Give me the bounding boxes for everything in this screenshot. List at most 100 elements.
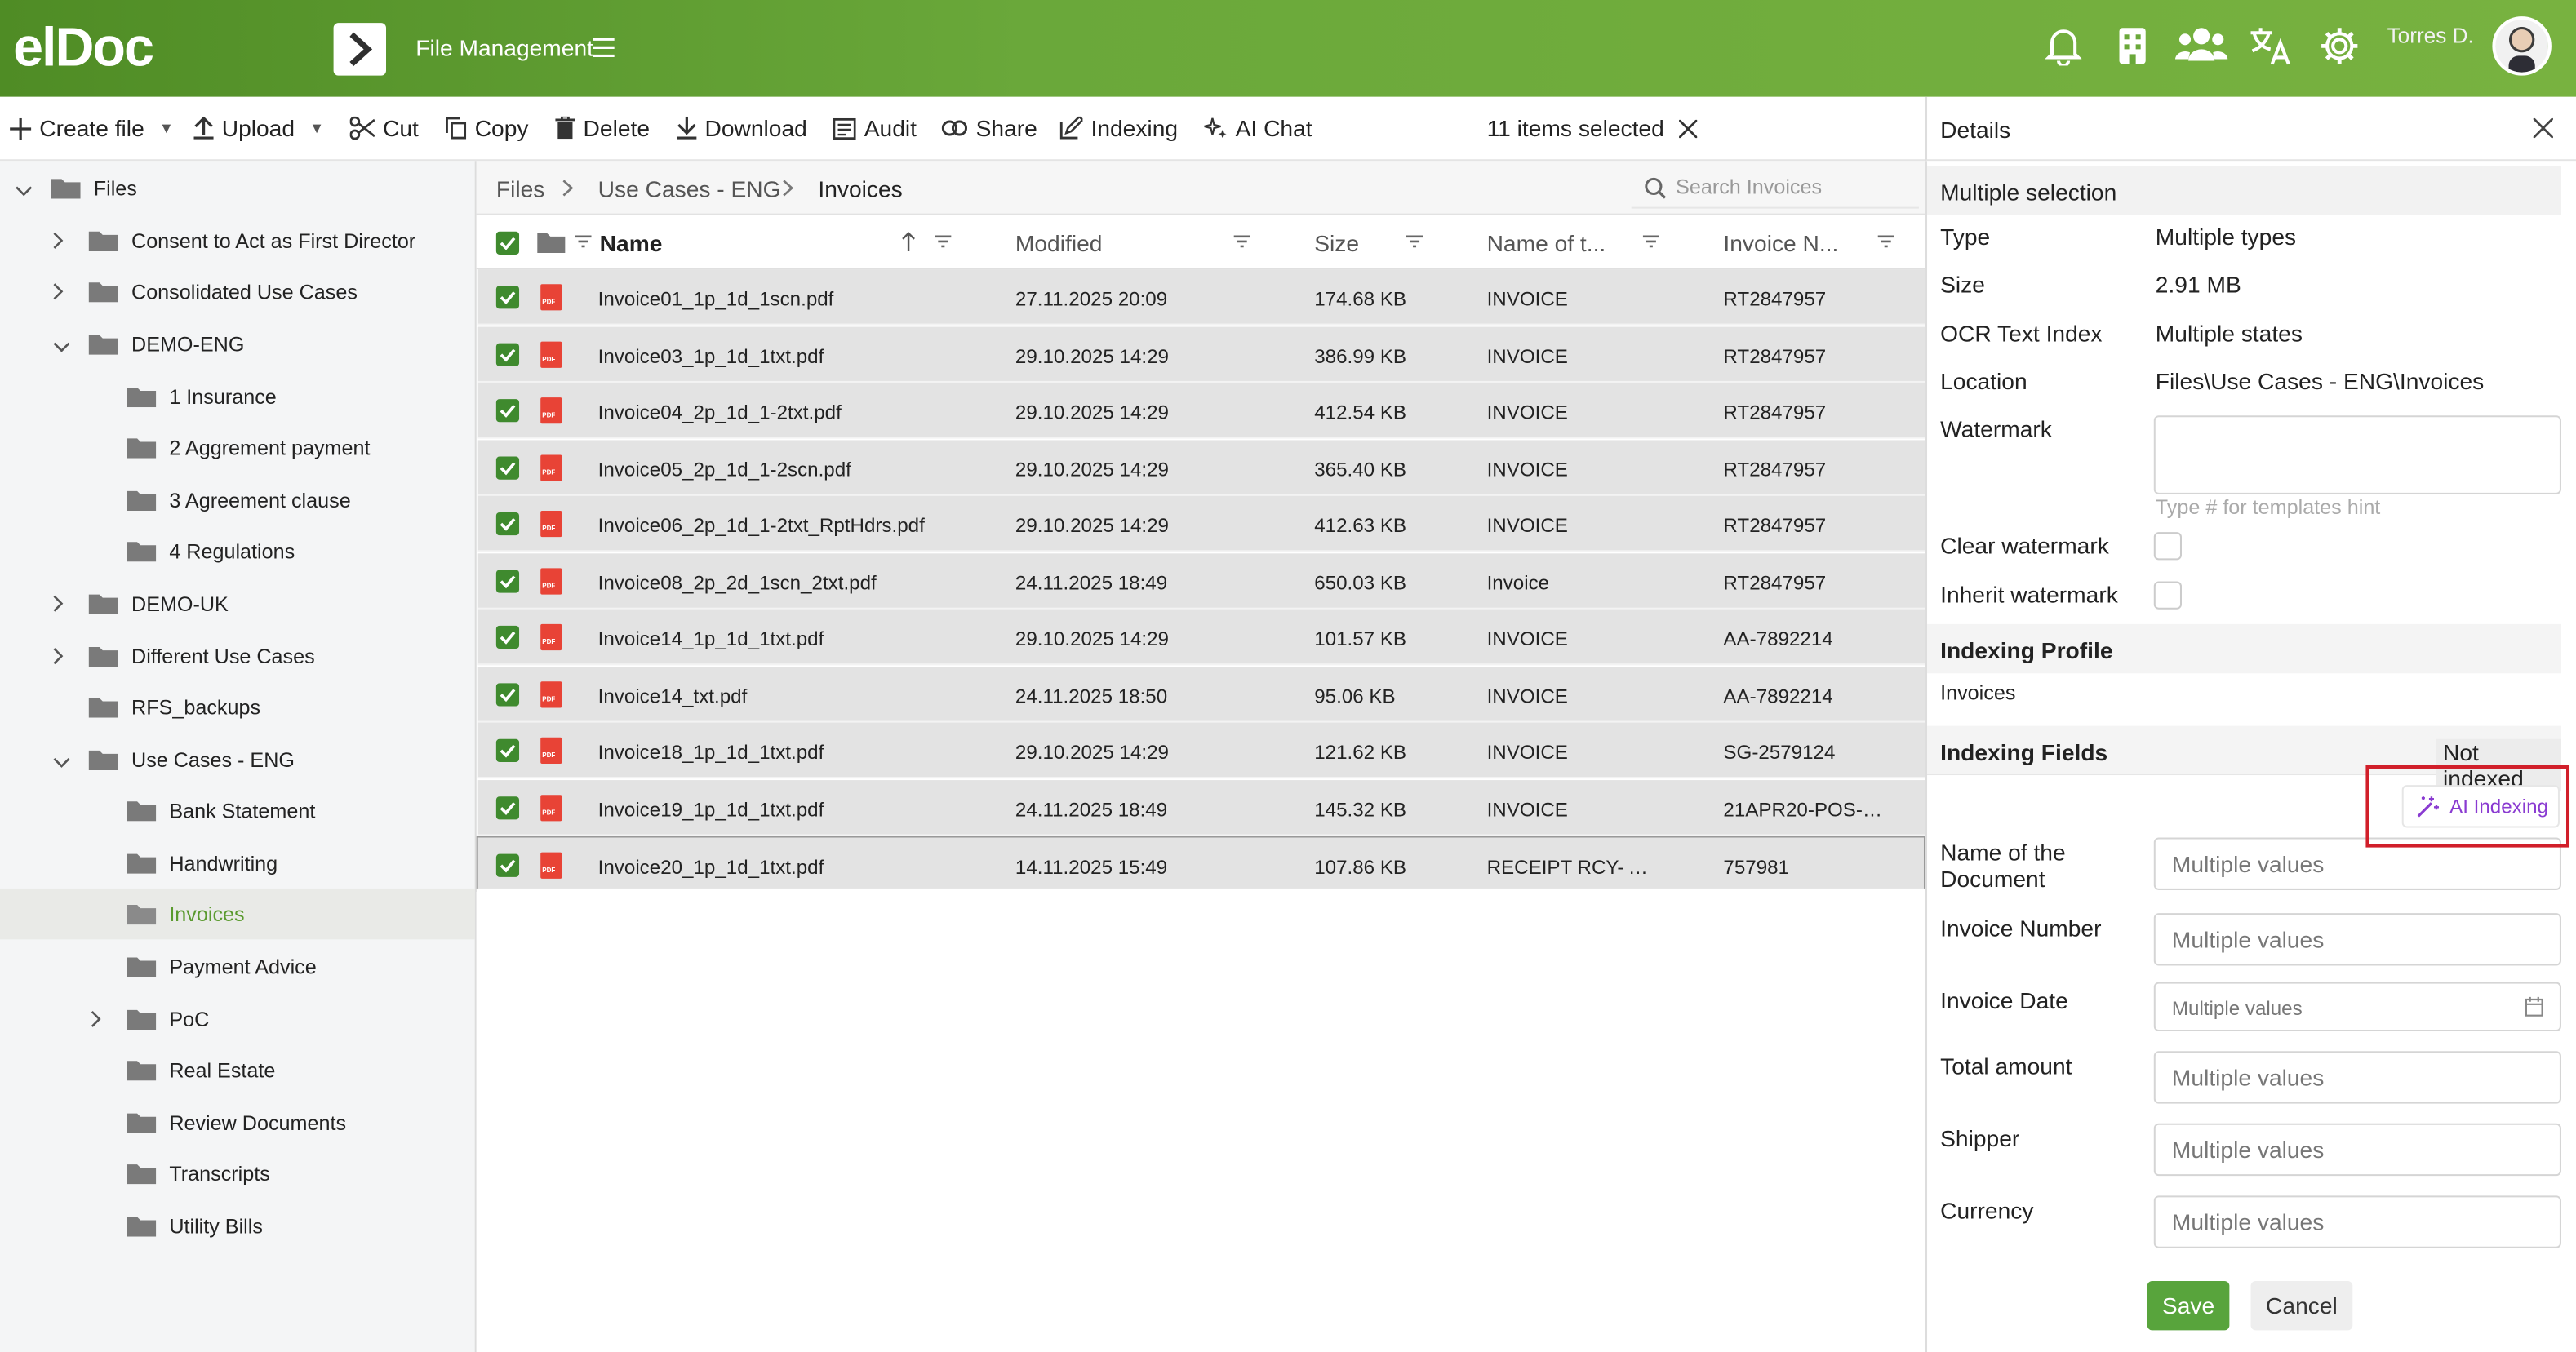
create-file-button[interactable]: Create file ▼: [10, 115, 174, 141]
file-name[interactable]: Invoice01_1p_1d_1scn.pdf: [598, 287, 984, 310]
tree-item[interactable]: RFS_backups: [0, 681, 475, 732]
table-row[interactable]: Invoice08_2p_2d_1scn_2txt.pdf 24.11.2025 …: [477, 552, 1926, 609]
save-button[interactable]: Save: [2147, 1280, 2230, 1331]
building-icon[interactable]: [2117, 26, 2147, 65]
filter-icon[interactable]: [935, 235, 952, 248]
breadcrumb-use-cases[interactable]: Use Cases - ENG: [598, 175, 781, 202]
filter-icon[interactable]: [1877, 235, 1894, 248]
row-checkbox[interactable]: [495, 512, 520, 536]
table-row[interactable]: Invoice01_1p_1d_1scn.pdf 27.11.2025 20:09…: [477, 269, 1926, 326]
tree-item[interactable]: Review Documents: [0, 1097, 475, 1148]
table-row[interactable]: Invoice20_1p_1d_1txt.pdf 14.11.2025 15:49…: [476, 836, 1926, 892]
audit-button[interactable]: Audit: [833, 115, 917, 141]
row-checkbox[interactable]: [495, 682, 520, 706]
tree-item[interactable]: Bank Statement: [0, 785, 475, 836]
bell-icon[interactable]: [2045, 26, 2082, 66]
tree-item[interactable]: PoC: [0, 994, 475, 1044]
filter-icon[interactable]: [1406, 235, 1423, 248]
file-name[interactable]: Invoice04_2p_1d_1-2txt.pdf: [598, 401, 984, 423]
cancel-button[interactable]: Cancel: [2250, 1280, 2353, 1331]
chevron-right-icon[interactable]: [52, 647, 64, 670]
tree-item[interactable]: Files: [0, 162, 475, 213]
tree-item[interactable]: 4 Regulations: [0, 525, 475, 576]
tree-item[interactable]: 1 Insurance: [0, 371, 475, 422]
total-amount-field[interactable]: Multiple values: [2153, 1051, 2561, 1104]
chevron-down-icon[interactable]: [52, 751, 70, 774]
user-name[interactable]: Torres D.: [2387, 23, 2474, 47]
tree-item[interactable]: 2 Aggrement payment: [0, 422, 475, 472]
table-row[interactable]: Invoice14_txt.pdf 24.11.2025 18:50 95.06 K…: [477, 666, 1926, 722]
chevron-right-icon[interactable]: [91, 1010, 102, 1033]
row-checkbox[interactable]: [495, 342, 520, 366]
chevron-right-icon[interactable]: [52, 595, 64, 618]
tree-item[interactable]: Real Estate: [0, 1044, 475, 1095]
row-checkbox[interactable]: [495, 853, 520, 877]
tree-item[interactable]: 3 Agreement clause: [0, 475, 475, 525]
table-row[interactable]: Invoice04_2p_1d_1-2txt.pdf 29.10.2025 14:…: [477, 382, 1926, 439]
chevron-right-icon[interactable]: [52, 232, 64, 255]
tree-item[interactable]: Transcripts: [0, 1148, 475, 1199]
breadcrumb-files[interactable]: Files: [496, 175, 545, 202]
column-modified[interactable]: Modified: [1015, 230, 1103, 256]
column-document-name[interactable]: Name of t...: [1487, 230, 1606, 256]
file-name[interactable]: Invoice08_2p_2d_1scn_2txt.pdf: [598, 570, 984, 593]
row-checkbox[interactable]: [495, 796, 520, 819]
tree-item[interactable]: Consent to Act as First Director: [0, 215, 475, 266]
close-details-button[interactable]: [2532, 117, 2554, 144]
filter-icon[interactable]: [1642, 235, 1659, 248]
chevron-right-icon[interactable]: [52, 282, 64, 305]
column-size[interactable]: Size: [1314, 230, 1359, 256]
calendar-icon[interactable]: [2525, 996, 2543, 1017]
row-checkbox[interactable]: [495, 455, 520, 479]
download-button[interactable]: Download: [677, 115, 807, 141]
sort-asc-icon[interactable]: [902, 232, 915, 251]
column-name[interactable]: Name: [600, 230, 663, 256]
file-name[interactable]: Invoice20_1p_1d_1txt.pdf: [598, 856, 984, 879]
file-name[interactable]: Invoice05_2p_1d_1-2scn.pdf: [598, 458, 984, 481]
file-name[interactable]: Invoice06_2p_1d_1-2txt_RptHdrs.pdf: [598, 514, 984, 537]
table-row[interactable]: Invoice19_1p_1d_1txt.pdf 24.11.2025 18:49…: [477, 779, 1926, 836]
search-input[interactable]: Search Invoices: [1631, 167, 1919, 209]
tree-item[interactable]: Handwriting: [0, 838, 475, 889]
filter-icon[interactable]: [1233, 235, 1250, 248]
file-name[interactable]: Invoice18_1p_1d_1txt.pdf: [598, 741, 984, 764]
close-icon[interactable]: [1678, 118, 1698, 138]
table-row[interactable]: Invoice03_1p_1d_1txt.pdf 29.10.2025 14:29…: [477, 326, 1926, 382]
inherit-watermark-checkbox[interactable]: [2153, 581, 2182, 610]
cut-button[interactable]: Cut: [349, 115, 419, 141]
copy-button[interactable]: Copy: [445, 115, 528, 141]
chevron-down-icon[interactable]: [15, 179, 33, 202]
tree-item[interactable]: Invoices: [0, 888, 475, 940]
invoice-date-field[interactable]: Multiple values: [2153, 982, 2561, 1032]
watermark-input[interactable]: [2153, 415, 2561, 494]
delete-button[interactable]: Delete: [555, 115, 650, 141]
tree-item[interactable]: Utility Bills: [0, 1200, 475, 1251]
table-row[interactable]: Invoice14_1p_1d_1txt.pdf 29.10.2025 14:29…: [477, 609, 1926, 666]
upload-button[interactable]: Upload ▼: [193, 115, 324, 141]
clear-watermark-checkbox[interactable]: [2153, 532, 2182, 561]
column-invoice-number[interactable]: Invoice N...: [1723, 230, 1838, 256]
table-row[interactable]: Invoice05_2p_1d_1-2scn.pdf 29.10.2025 14:…: [477, 439, 1926, 495]
menu-icon[interactable]: [593, 38, 615, 58]
row-checkbox[interactable]: [495, 738, 520, 762]
shipper-field[interactable]: Multiple values: [2153, 1123, 2561, 1177]
tree-item[interactable]: Use Cases - ENG: [0, 734, 475, 785]
ai-chat-button[interactable]: AI Chat: [1204, 115, 1312, 141]
tree-item[interactable]: Different Use Cases: [0, 631, 475, 681]
ai-indexing-button[interactable]: AI Indexing: [2401, 785, 2560, 828]
gear-icon[interactable]: [2320, 26, 2359, 65]
tree-item[interactable]: Payment Advice: [0, 941, 475, 991]
file-name[interactable]: Invoice14_txt.pdf: [598, 684, 984, 707]
avatar[interactable]: [2492, 16, 2552, 76]
users-icon[interactable]: [2174, 26, 2228, 62]
row-checkbox[interactable]: [495, 399, 520, 423]
indexing-button[interactable]: Indexing: [1059, 115, 1178, 141]
row-checkbox[interactable]: [495, 625, 520, 649]
currency-field[interactable]: Multiple values: [2153, 1195, 2561, 1248]
row-checkbox[interactable]: [495, 569, 520, 592]
filter-icon[interactable]: [575, 235, 592, 248]
file-name[interactable]: Invoice19_1p_1d_1txt.pdf: [598, 797, 984, 820]
table-row[interactable]: Invoice18_1p_1d_1txt.pdf 29.10.2025 14:29…: [477, 722, 1926, 779]
row-checkbox[interactable]: [495, 286, 520, 309]
tree-item[interactable]: Consolidated Use Cases: [0, 266, 475, 317]
